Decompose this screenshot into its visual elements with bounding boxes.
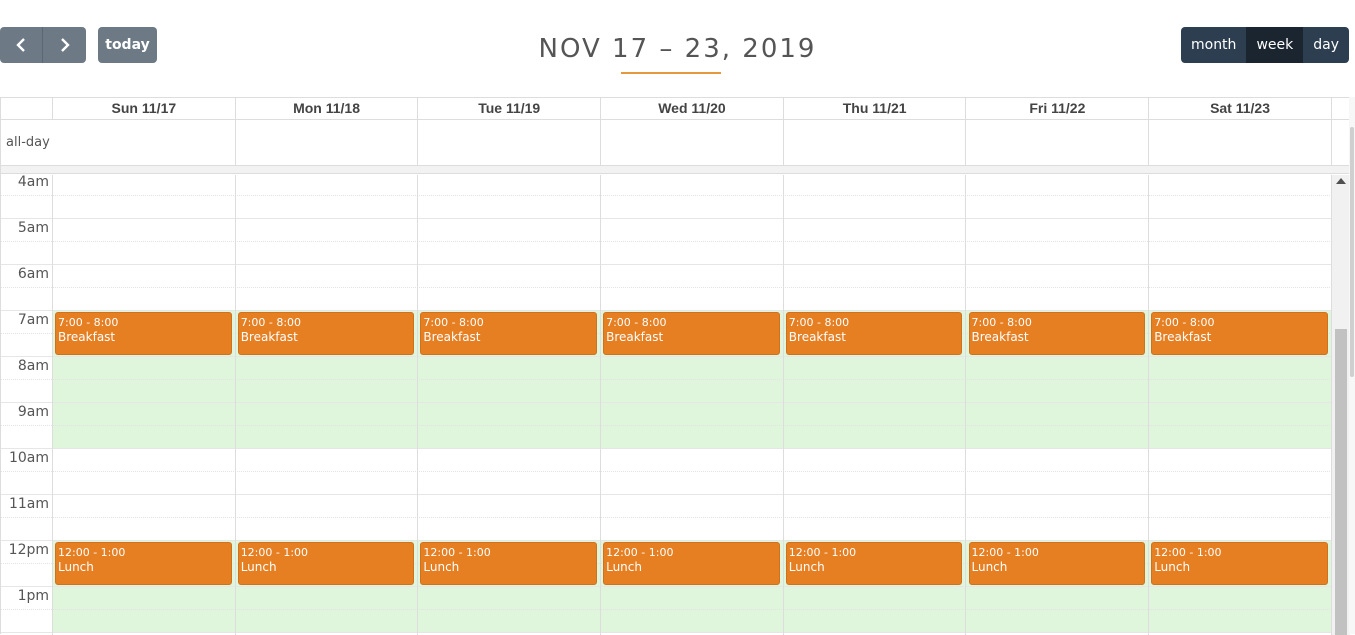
- event-title: Lunch: [1154, 560, 1191, 574]
- event-time: 12:00 - 1:00: [788, 546, 857, 559]
- allday-cell[interactable]: [418, 120, 602, 165]
- event-time: 7:00 - 8:00: [423, 316, 484, 329]
- event-time: 7:00 - 8:00: [58, 316, 119, 329]
- calendar-event[interactable]: 7:00 - 8:00 Breakfast: [785, 312, 963, 355]
- event-title: Lunch: [240, 560, 277, 574]
- event-title: Breakfast: [971, 330, 1029, 344]
- event-title: Lunch: [606, 560, 642, 574]
- calendar-event[interactable]: 12:00 - 1:00 Lunch: [968, 542, 1146, 585]
- day-header: Wed 11/20: [601, 98, 784, 119]
- event-title: Lunch: [788, 560, 825, 574]
- allday-cell[interactable]: [784, 120, 967, 165]
- event-time: 7:00 - 8:00: [240, 316, 302, 329]
- event-title: Breakfast: [423, 330, 481, 344]
- time-grid[interactable]: 4am 5am 6am 7am 8am 9am 10am 11am 12pm 1pm 7:00 - …: [1, 175, 1350, 635]
- page-scroll-thumb[interactable]: [1350, 127, 1354, 377]
- calendar-event[interactable]: 12:00 - 1:00 Lunch: [603, 542, 780, 585]
- calendar-title: NOV 17 – 23, 2019: [538, 33, 817, 64]
- time-grid-scrollbar[interactable]: [1332, 175, 1350, 635]
- allday-cell[interactable]: [967, 120, 1150, 165]
- day-header: Mon 11/18: [236, 98, 419, 119]
- view-switcher: month week day: [1180, 27, 1349, 63]
- event-title: Breakfast: [58, 330, 116, 344]
- event-time: 12:00 - 1:00: [1154, 546, 1222, 559]
- event-title: Breakfast: [240, 330, 298, 344]
- week-calendar: Sun 11/17 Mon 11/18 Tue 11/19 Wed 11/20 Thu …: [0, 97, 1350, 635]
- calendar-event[interactable]: 12:00 - 1:00 Lunch: [237, 542, 415, 585]
- event-title: Lunch: [971, 560, 1008, 574]
- allday-row: all-day: [1, 120, 1350, 166]
- day-header: Fri 11/22: [967, 98, 1150, 119]
- day-header: Thu 11/21: [784, 98, 967, 119]
- calendar-event[interactable]: 12:00 - 1:00 Lunch: [785, 542, 963, 585]
- page-scrollbar[interactable]: [1349, 97, 1355, 634]
- day-header: Sun 11/17: [53, 98, 236, 119]
- calendar-event[interactable]: 7:00 - 8:00 Breakfast: [237, 312, 415, 355]
- allday-cell[interactable]: [1149, 120, 1332, 165]
- event-time: 12:00 - 1:00: [240, 546, 309, 559]
- calendar-event[interactable]: 12:00 - 1:00 Lunch: [55, 542, 232, 585]
- event-title: Breakfast: [606, 330, 664, 344]
- axis-corner: [1, 98, 53, 119]
- event-time: 12:00 - 1:00: [423, 546, 491, 559]
- scroll-up-icon[interactable]: [1336, 178, 1346, 184]
- event-time: 12:00 - 1:00: [971, 546, 1039, 559]
- calendar-event[interactable]: 7:00 - 8:00 Breakfast: [603, 312, 780, 355]
- event-time: 12:00 - 1:00: [58, 546, 126, 559]
- calendar-event[interactable]: 12:00 - 1:00 Lunch: [420, 542, 598, 585]
- event-title: Breakfast: [1154, 330, 1212, 344]
- event-time: 7:00 - 8:00: [1154, 316, 1215, 329]
- allday-cell[interactable]: [236, 120, 419, 165]
- week-view-button[interactable]: week: [1246, 27, 1304, 63]
- calendar-event[interactable]: 7:00 - 8:00 Breakfast: [968, 312, 1146, 355]
- allday-cell[interactable]: [53, 120, 236, 165]
- event-time: 12:00 - 1:00: [606, 546, 674, 559]
- calendar-event[interactable]: 7:00 - 8:00 Breakfast: [55, 312, 232, 355]
- allday-cell[interactable]: [601, 120, 784, 165]
- month-view-button[interactable]: month: [1180, 27, 1247, 63]
- event-title: Lunch: [58, 560, 94, 574]
- title-underline: [621, 72, 721, 74]
- day-header: Tue 11/19: [418, 98, 602, 119]
- time-axis: [1, 175, 53, 635]
- event-time: 7:00 - 8:00: [971, 316, 1032, 329]
- scroll-thumb[interactable]: [1335, 329, 1347, 635]
- day-view-button[interactable]: day: [1303, 27, 1349, 63]
- event-title: Breakfast: [788, 330, 846, 344]
- allday-label: all-day: [6, 135, 50, 150]
- day-header: Sat 11/23: [1149, 98, 1332, 119]
- calendar-event[interactable]: 7:00 - 8:00 Breakfast: [420, 312, 598, 355]
- day-header-row: Sun 11/17 Mon 11/18 Tue 11/19 Wed 11/20 Thu …: [1, 98, 1350, 120]
- calendar-event[interactable]: 12:00 - 1:00 Lunch: [1151, 542, 1328, 585]
- event-title: Lunch: [423, 560, 460, 574]
- calendar-event[interactable]: 7:00 - 8:00 Breakfast: [1151, 312, 1328, 355]
- event-time: 7:00 - 8:00: [606, 316, 667, 329]
- event-time: 7:00 - 8:00: [788, 316, 850, 329]
- allday-divider: [1, 166, 1350, 174]
